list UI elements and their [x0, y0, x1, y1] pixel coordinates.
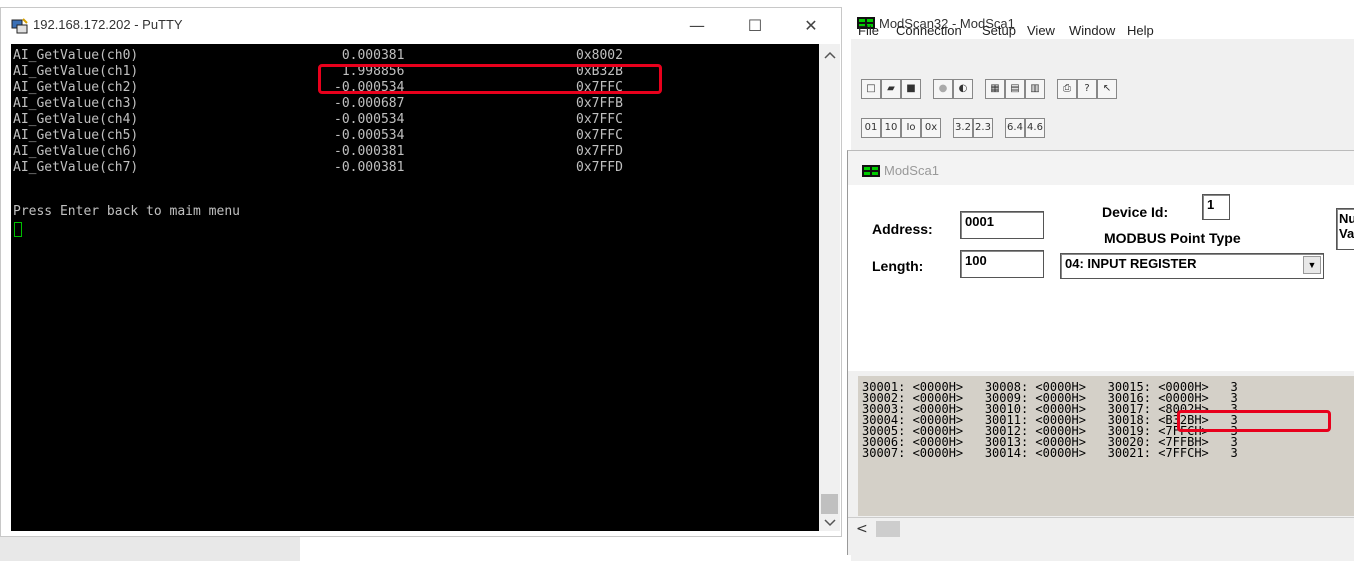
scrollbar-thumb[interactable] [821, 494, 838, 514]
format-hex-icon[interactable]: 0x [921, 118, 941, 138]
save-icon[interactable]: ■ [901, 79, 921, 99]
terminal-value: -0.000687 [334, 96, 405, 111]
terminal-hex: 0x7FFC [576, 112, 623, 127]
terminal-line: AI_GetValue(ch7) [13, 160, 139, 175]
terminal-line: AI_GetValue(ch1) [13, 64, 139, 79]
scroll-down-icon[interactable] [824, 518, 836, 528]
terminal-hex: 0x7FFC [576, 128, 623, 143]
format-float-icon[interactable]: 3.2 [953, 118, 973, 138]
child-titlebar[interactable]: ModSca1 [848, 151, 1354, 185]
clipped-label-va: Va [1339, 226, 1354, 241]
menu-setup[interactable]: Setup [982, 23, 1016, 38]
clipped-label-nu: Nu [1339, 211, 1354, 226]
format-decimal-icon[interactable]: 10 [881, 118, 901, 138]
terminal-line: AI_GetValue(ch2) [13, 80, 139, 95]
length-label: Length: [872, 258, 924, 274]
putty-window: 192.168.172.202 - PuTTY — ☐ ✕ AI_GetValu… [0, 7, 842, 537]
desktop-background [0, 537, 300, 561]
putty-title: 192.168.172.202 - PuTTY [33, 17, 183, 32]
highlight-box [1177, 410, 1331, 432]
terminal-hex: 0x8002 [576, 48, 623, 63]
child-window-icon [862, 165, 880, 177]
point-type-value: 04: INPUT REGISTER [1065, 256, 1197, 271]
terminal-line: AI_GetValue(ch5) [13, 128, 139, 143]
number-value-box[interactable]: Nu Va [1336, 208, 1354, 250]
open-folder-icon[interactable]: ▰ [881, 79, 901, 99]
terminal-line: AI_GetValue(ch3) [13, 96, 139, 111]
display-options-icon[interactable]: ▦ [985, 79, 1005, 99]
settings-panel: Device Id: 1 Address: 0001 MODBUS Point … [848, 185, 1354, 371]
minimize-icon[interactable]: — [677, 12, 717, 40]
address-label: Address: [872, 221, 933, 237]
terminal-scrollbar[interactable] [819, 44, 840, 531]
register-row: 30007: <0000H> 30014: <0000H> 30021: <7F… [862, 446, 1238, 460]
terminal-value: 0.000381 [334, 48, 405, 63]
menu-view[interactable]: View [1027, 23, 1055, 38]
putty-app-icon [11, 18, 28, 34]
point-type-label: MODBUS Point Type [1104, 230, 1241, 246]
terminal-line: AI_GetValue(ch4) [13, 112, 139, 127]
scroll-left-icon[interactable]: < [856, 521, 868, 537]
terminal-line: AI_GetValue(ch0) [13, 48, 139, 63]
chevron-down-icon[interactable]: ▼ [1303, 256, 1321, 274]
terminal-hex: 0x7FFD [576, 144, 623, 159]
monitor-icon[interactable]: ▥ [1025, 79, 1045, 99]
new-file-icon[interactable]: □ [861, 79, 881, 99]
address-field[interactable]: 0001 [960, 211, 1044, 239]
close-icon[interactable]: ✕ [791, 12, 831, 40]
terminal-value: -0.000381 [334, 160, 405, 175]
format-coil-icon[interactable]: 01 [861, 118, 881, 138]
terminal-prompt: Press Enter back to maim menu [13, 204, 240, 219]
print-icon[interactable]: ⎙ [1057, 79, 1077, 99]
terminal-area[interactable]: AI_GetValue(ch0) 0.000381 0x8002 AI_GetV… [11, 44, 819, 531]
format-double-swap-icon[interactable]: 4.6 [1025, 118, 1045, 138]
maximize-icon[interactable]: ☐ [735, 12, 775, 40]
device-id-label: Device Id: [1102, 204, 1169, 220]
terminal-line: AI_GetValue(ch6) [13, 144, 139, 159]
toolbar-row-2: 01 10 Io 0x 3.2 2.3 6.4 4.6 [855, 114, 1205, 142]
terminal-value: -0.000381 [334, 144, 405, 159]
child-title: ModSca1 [884, 163, 939, 178]
length-field[interactable]: 100 [960, 250, 1044, 278]
format-double-icon[interactable]: 6.4 [1005, 118, 1025, 138]
menu-file[interactable]: File [858, 23, 879, 38]
terminal-hex: 0x7FFD [576, 160, 623, 175]
terminal-value: -0.000534 [334, 112, 405, 127]
highlight-box [318, 64, 662, 94]
scroll-up-icon[interactable] [824, 50, 836, 60]
menu-connection[interactable]: Connection [896, 23, 962, 38]
modsca1-child-window: ModSca1 Device Id: 1 Address: 0001 MODBU… [847, 150, 1354, 555]
horizontal-scrollbar[interactable]: < [848, 517, 1354, 542]
format-integer-icon[interactable]: Io [901, 118, 921, 138]
window-icon[interactable]: ▤ [1005, 79, 1025, 99]
toolbar-row-1: □ ▰ ■ ● ◐ ▦ ▤ ▥ ⎙ ? ↖ [855, 75, 1205, 103]
context-help-icon[interactable]: ↖ [1097, 79, 1117, 99]
format-float-swap-icon[interactable]: 2.3 [973, 118, 993, 138]
disconnect-icon[interactable]: ◐ [953, 79, 973, 99]
terminal-hex: 0x7FFB [576, 96, 623, 111]
menu-help[interactable]: Help [1127, 23, 1154, 38]
device-id-field[interactable]: 1 [1202, 194, 1230, 220]
terminal-value: -0.000534 [334, 128, 405, 143]
terminal-cursor [14, 222, 22, 237]
putty-titlebar[interactable]: 192.168.172.202 - PuTTY — ☐ ✕ [1, 8, 841, 44]
register-grid[interactable]: 30001: <0000H> 30008: <0000H> 30015: <00… [858, 376, 1354, 516]
menu-window[interactable]: Window [1069, 23, 1115, 38]
connect-icon[interactable]: ● [933, 79, 953, 99]
help-icon[interactable]: ? [1077, 79, 1097, 99]
point-type-select[interactable]: 04: INPUT REGISTER ▼ [1060, 253, 1324, 279]
hscroll-thumb[interactable] [876, 521, 900, 537]
